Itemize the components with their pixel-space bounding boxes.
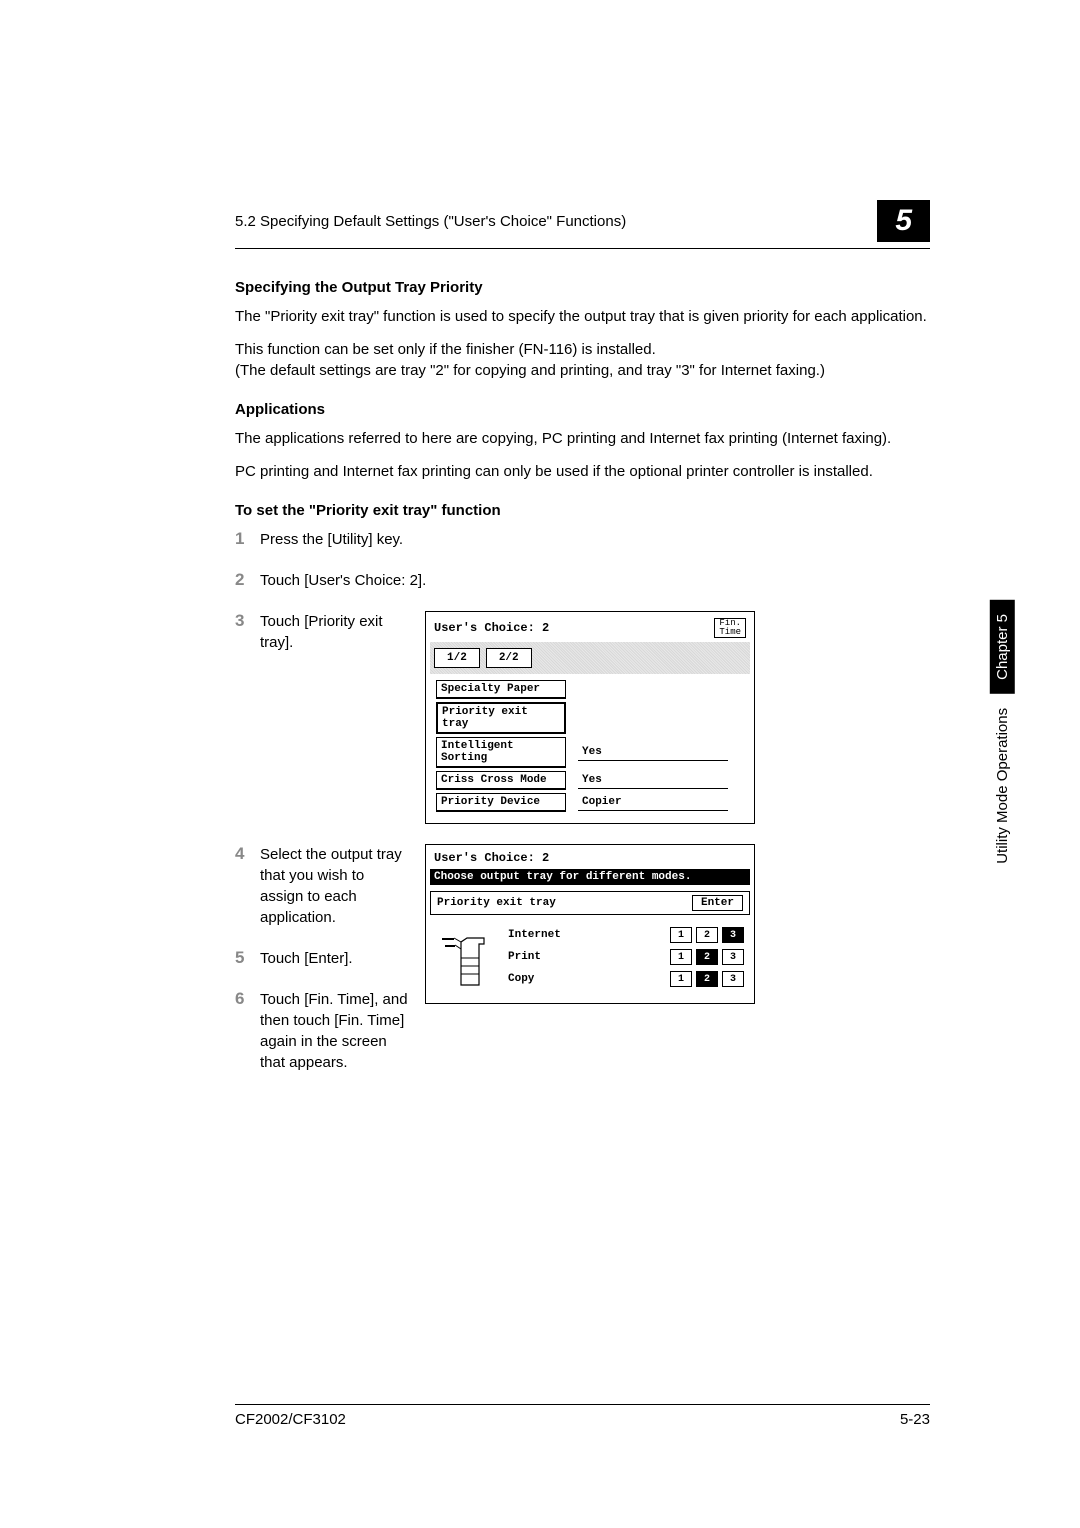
- tray-row-print: Print 1 2 3: [508, 949, 744, 965]
- step-text: Touch [User's Choice: 2].: [260, 570, 930, 591]
- tray-option-1[interactable]: 1: [670, 927, 692, 943]
- step-item: 1 Press the [Utility] key.: [235, 529, 930, 550]
- tray-option-2[interactable]: 2: [696, 971, 718, 987]
- option-value: Copier: [578, 794, 728, 811]
- procedure-list: 1 Press the [Utility] key. 2 Touch [User…: [235, 529, 930, 1093]
- mode-label: Internet: [508, 929, 573, 941]
- option-value: Yes: [578, 772, 728, 789]
- step-item: 2 Touch [User's Choice: 2].: [235, 570, 930, 591]
- mode-label: Print: [508, 951, 573, 963]
- option-row: Specialty Paper: [436, 680, 744, 699]
- side-operations-label: Utility Mode Operations: [994, 708, 1011, 864]
- intelligent-sorting-button[interactable]: Intelligent Sorting: [436, 737, 566, 768]
- paragraph: This function can be set only if the fin…: [235, 339, 930, 381]
- option-row: Intelligent Sorting Yes: [436, 737, 744, 768]
- step-number: 1: [235, 529, 260, 550]
- tray-option-3[interactable]: 3: [722, 949, 744, 965]
- option-value: Yes: [578, 744, 728, 761]
- step-number: 6: [235, 989, 260, 1073]
- step-number: 3: [235, 611, 260, 653]
- tab-2-of-2[interactable]: 2/2: [486, 648, 532, 668]
- fin-time-button[interactable]: Fin. Time: [714, 618, 746, 638]
- step-text: Touch [Enter].: [260, 948, 410, 969]
- screen-title: User's Choice: 2: [434, 621, 549, 635]
- option-list: Specialty Paper Priority exit tray Intel…: [430, 676, 750, 819]
- section-bar: Priority exit tray Enter: [430, 891, 750, 915]
- instruction-bar: Choose output tray for different modes.: [430, 869, 750, 885]
- step-text: Touch [Fin. Time], and then touch [Fin. …: [260, 989, 410, 1073]
- priority-exit-tray-button[interactable]: Priority exit tray: [436, 702, 566, 734]
- tray-option-2[interactable]: 2: [696, 949, 718, 965]
- page-number: 5-23: [900, 1411, 930, 1428]
- page-footer: CF2002/CF3102 5-23: [235, 1404, 930, 1428]
- device-screenshot-2: User's Choice: 2 Choose output tray for …: [425, 844, 755, 1004]
- step-number: 2: [235, 570, 260, 591]
- heading-procedure: To set the "Priority exit tray" function: [235, 502, 930, 519]
- step-text: Touch [Priority exit tray].: [260, 611, 410, 653]
- option-row: Priority Device Copier: [436, 793, 744, 812]
- priority-device-button[interactable]: Priority Device: [436, 793, 566, 812]
- side-tab: Utility Mode Operations Chapter 5: [990, 600, 1015, 864]
- tray-option-1[interactable]: 1: [670, 971, 692, 987]
- step-number: 4: [235, 844, 260, 928]
- step-with-screenshot: 3 Touch [Priority exit tray]. User's Cho…: [235, 611, 930, 824]
- page-content: 5.2 Specifying Default Settings ("User's…: [0, 0, 1080, 1193]
- page-header: 5.2 Specifying Default Settings ("User's…: [235, 200, 930, 249]
- printer-icon: [436, 927, 496, 993]
- heading-applications: Applications: [235, 401, 930, 418]
- step-group-with-screenshot: 4 Select the output tray that you wish t…: [235, 844, 930, 1093]
- section-label: Priority exit tray: [437, 897, 556, 909]
- criss-cross-mode-button[interactable]: Criss Cross Mode: [436, 771, 566, 790]
- tray-option-2[interactable]: 2: [696, 927, 718, 943]
- side-chapter-label: Chapter 5: [990, 600, 1015, 694]
- heading-output-tray-priority: Specifying the Output Tray Priority: [235, 279, 930, 296]
- tray-rows: Internet 1 2 3 Print 1: [508, 927, 744, 993]
- paragraph: The applications referred to here are co…: [235, 428, 930, 449]
- option-row: Criss Cross Mode Yes: [436, 771, 744, 790]
- tray-option-1[interactable]: 1: [670, 949, 692, 965]
- tray-row-copy: Copy 1 2 3: [508, 971, 744, 987]
- section-breadcrumb: 5.2 Specifying Default Settings ("User's…: [235, 213, 626, 230]
- tray-row-internet: Internet 1 2 3: [508, 927, 744, 943]
- step-number: 5: [235, 948, 260, 969]
- device-screenshot-1: User's Choice: 2 Fin. Time 1/2 2/2 Speci…: [425, 611, 755, 824]
- tray-selection-grid: Internet 1 2 3 Print 1: [430, 921, 750, 999]
- mode-label: Copy: [508, 973, 573, 985]
- step-text: Select the output tray that you wish to …: [260, 844, 410, 928]
- enter-button[interactable]: Enter: [692, 895, 743, 911]
- chapter-number-box: 5: [877, 200, 930, 242]
- specialty-paper-button[interactable]: Specialty Paper: [436, 680, 566, 699]
- tab-1-of-2[interactable]: 1/2: [434, 648, 480, 668]
- paragraph: The "Priority exit tray" function is use…: [235, 306, 930, 327]
- tray-option-3[interactable]: 3: [722, 927, 744, 943]
- screen-title: User's Choice: 2: [434, 851, 549, 865]
- tray-option-3[interactable]: 3: [722, 971, 744, 987]
- paragraph: PC printing and Internet fax printing ca…: [235, 461, 930, 482]
- step-text: Press the [Utility] key.: [260, 529, 930, 550]
- option-row: Priority exit tray: [436, 702, 744, 734]
- model-number: CF2002/CF3102: [235, 1411, 346, 1428]
